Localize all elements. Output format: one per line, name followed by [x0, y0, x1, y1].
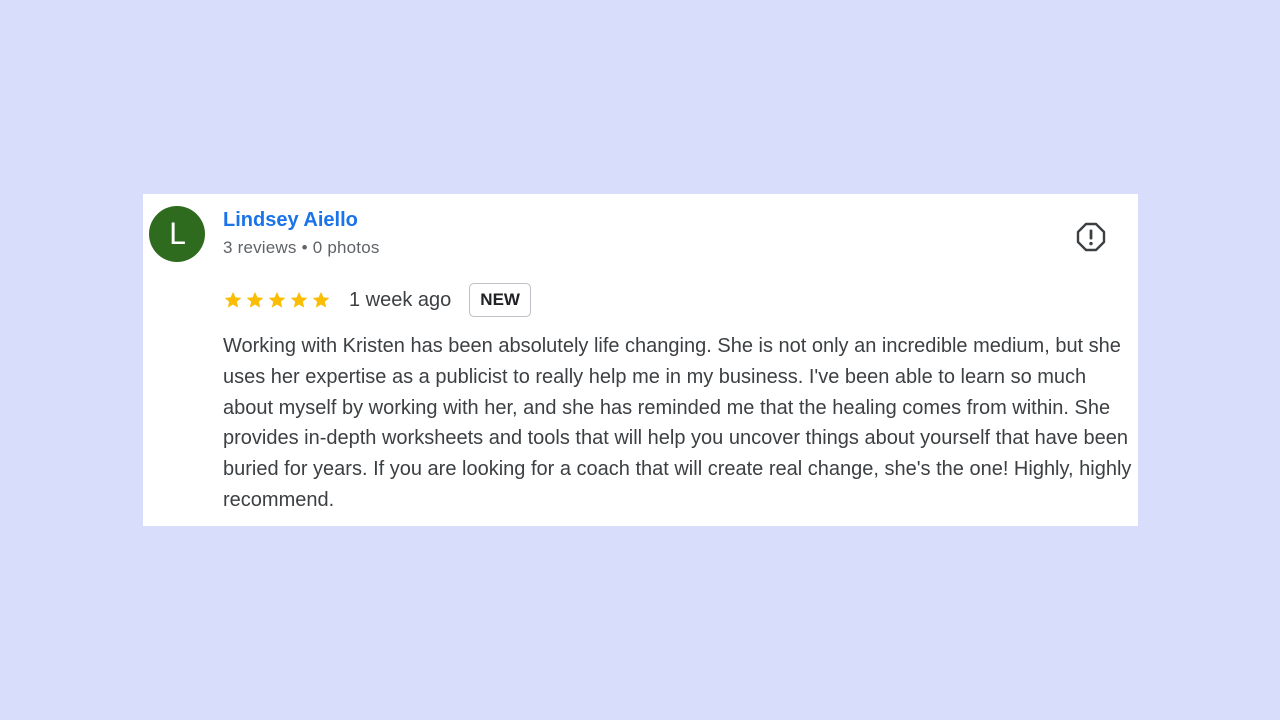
photo-count: 0 photos	[312, 238, 380, 257]
review-text: Working with Kristen has been absolutely…	[223, 335, 1132, 511]
reviewer-meta: 3 reviews • 0 photos	[223, 238, 380, 258]
star-icon	[246, 291, 264, 308]
star-rating	[223, 290, 331, 310]
star-icon	[312, 291, 330, 308]
review-count: 3 reviews	[223, 238, 297, 257]
review-card: L Lindsey Aiello 3 reviews • 0 photos 1 we…	[143, 194, 1138, 526]
avatar[interactable]: L	[149, 206, 205, 262]
report-flag-icon[interactable]	[1076, 222, 1106, 252]
meta-separator: •	[301, 238, 308, 257]
star-icon	[224, 291, 242, 308]
star-icon	[268, 291, 286, 308]
avatar-initial: L	[168, 217, 186, 251]
rating-row: 1 week ago NEW	[223, 282, 531, 318]
reviewer-name[interactable]: Lindsey Aiello	[223, 209, 358, 232]
review-date: 1 week ago	[349, 288, 452, 311]
new-badge: NEW	[469, 283, 531, 317]
star-icon	[290, 291, 308, 308]
